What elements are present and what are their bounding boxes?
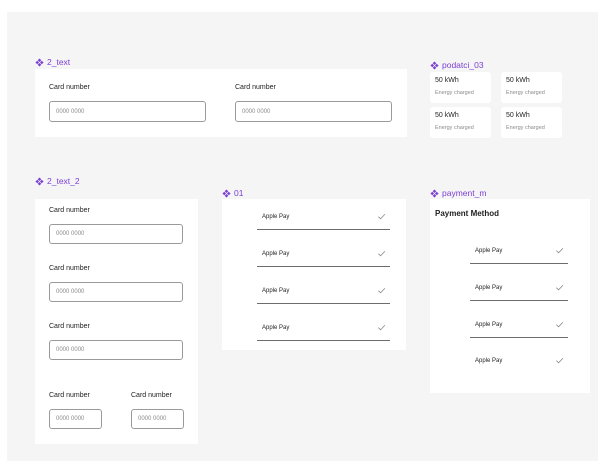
stat-card: 50 kWh Energy charged	[501, 72, 562, 103]
payment-option-row[interactable]: Apple Pay	[257, 282, 390, 304]
component-label-2-text-2[interactable]: 2_text_2	[35, 175, 80, 187]
frame-2-text-2: Card number 0000 0000 Card number 0000 0…	[35, 199, 198, 444]
frame-01: Apple Pay Apple Pay Apple Pay Apple Pay	[222, 199, 406, 350]
check-icon	[556, 357, 564, 364]
component-name: payment_m	[442, 188, 487, 198]
card-number-input[interactable]: 0000 0000	[235, 101, 392, 122]
component-diamond-icon	[430, 60, 439, 70]
component-label-2-text[interactable]: 2_text	[35, 56, 70, 68]
stat-caption: Energy charged	[506, 125, 545, 131]
payment-option-label: Apple Pay	[475, 248, 503, 254]
stat-caption: Energy charged	[506, 90, 545, 96]
stat-caption: Energy charged	[435, 125, 474, 131]
stat-card: 50 kWh Energy charged	[430, 72, 491, 103]
check-icon	[556, 247, 564, 254]
stat-card: 50 kWh Energy charged	[501, 107, 562, 138]
card-number-input[interactable]: 0000 0000	[49, 101, 206, 122]
component-label-podatci-03[interactable]: podatci_03	[430, 59, 484, 71]
payment-option-row[interactable]: Apple Pay	[470, 242, 568, 264]
card-number-input[interactable]: 0000 0000	[49, 409, 102, 429]
check-icon	[378, 324, 386, 331]
check-icon	[556, 284, 564, 291]
component-name: 2_text	[47, 57, 71, 67]
component-label-01[interactable]: 01	[222, 187, 243, 199]
field-label: Card number	[49, 84, 90, 91]
frame-2-text: Card number 0000 0000 Card number 0000 0…	[35, 69, 407, 137]
stat-value: 50 kWh	[506, 112, 530, 119]
field-value: 0000 0000	[56, 289, 85, 295]
stat-caption: Energy charged	[435, 90, 474, 96]
payment-option-row[interactable]: Apple Pay	[257, 208, 390, 230]
payment-option-row[interactable]: Apple Pay	[470, 316, 568, 338]
card-number-input[interactable]: 0000 0000	[131, 409, 184, 429]
component-name: podatci_03	[442, 60, 484, 70]
payment-method-title: Payment Method	[435, 209, 500, 218]
card-number-input[interactable]: 0000 0000	[49, 224, 183, 244]
payment-option-row[interactable]: Apple Pay	[470, 352, 568, 374]
stat-card: 50 kWh Energy charged	[430, 107, 491, 138]
check-icon	[378, 213, 386, 220]
payment-option-row[interactable]: Apple Pay	[257, 319, 390, 341]
card-number-input[interactable]: 0000 0000	[49, 282, 183, 302]
component-diamond-icon	[35, 176, 44, 186]
field-label: Card number	[235, 84, 276, 91]
card-number-input[interactable]: 0000 0000	[49, 340, 183, 360]
payment-option-label: Apple Pay	[475, 285, 503, 291]
field-label: Card number	[49, 207, 90, 214]
field-value: 0000 0000	[56, 416, 85, 422]
component-diamond-icon	[430, 188, 439, 198]
component-name: 2_text_2	[47, 176, 80, 186]
component-name: 01	[234, 188, 244, 198]
check-icon	[556, 321, 564, 328]
check-icon	[378, 287, 386, 294]
payment-option-label: Apple Pay	[262, 214, 290, 220]
stat-value: 50 kWh	[435, 77, 459, 84]
field-label: Card number	[131, 392, 172, 399]
field-value: 0000 0000	[138, 416, 167, 422]
payment-option-row[interactable]: Apple Pay	[470, 279, 568, 301]
field-value: 0000 0000	[56, 231, 85, 237]
component-diamond-icon	[222, 188, 231, 198]
field-value: 0000 0000	[242, 108, 271, 115]
check-icon	[378, 250, 386, 257]
field-label: Card number	[49, 265, 90, 272]
payment-option-label: Apple Pay	[262, 288, 290, 294]
payment-option-label: Apple Pay	[262, 251, 290, 257]
component-label-payment-m[interactable]: payment_m	[430, 187, 486, 199]
field-value: 0000 0000	[56, 108, 85, 115]
field-value: 0000 0000	[56, 347, 85, 353]
field-label: Card number	[49, 392, 90, 399]
stat-value: 50 kWh	[435, 112, 459, 119]
payment-option-label: Apple Pay	[262, 325, 290, 331]
payment-option-label: Apple Pay	[475, 322, 503, 328]
component-diamond-icon	[35, 57, 44, 67]
stat-value: 50 kWh	[506, 77, 530, 84]
payment-option-row[interactable]: Apple Pay	[257, 245, 390, 267]
payment-option-label: Apple Pay	[475, 358, 503, 364]
field-label: Card number	[49, 323, 90, 330]
frame-payment-m: Payment Method Apple Pay Apple Pay Apple…	[430, 199, 590, 393]
